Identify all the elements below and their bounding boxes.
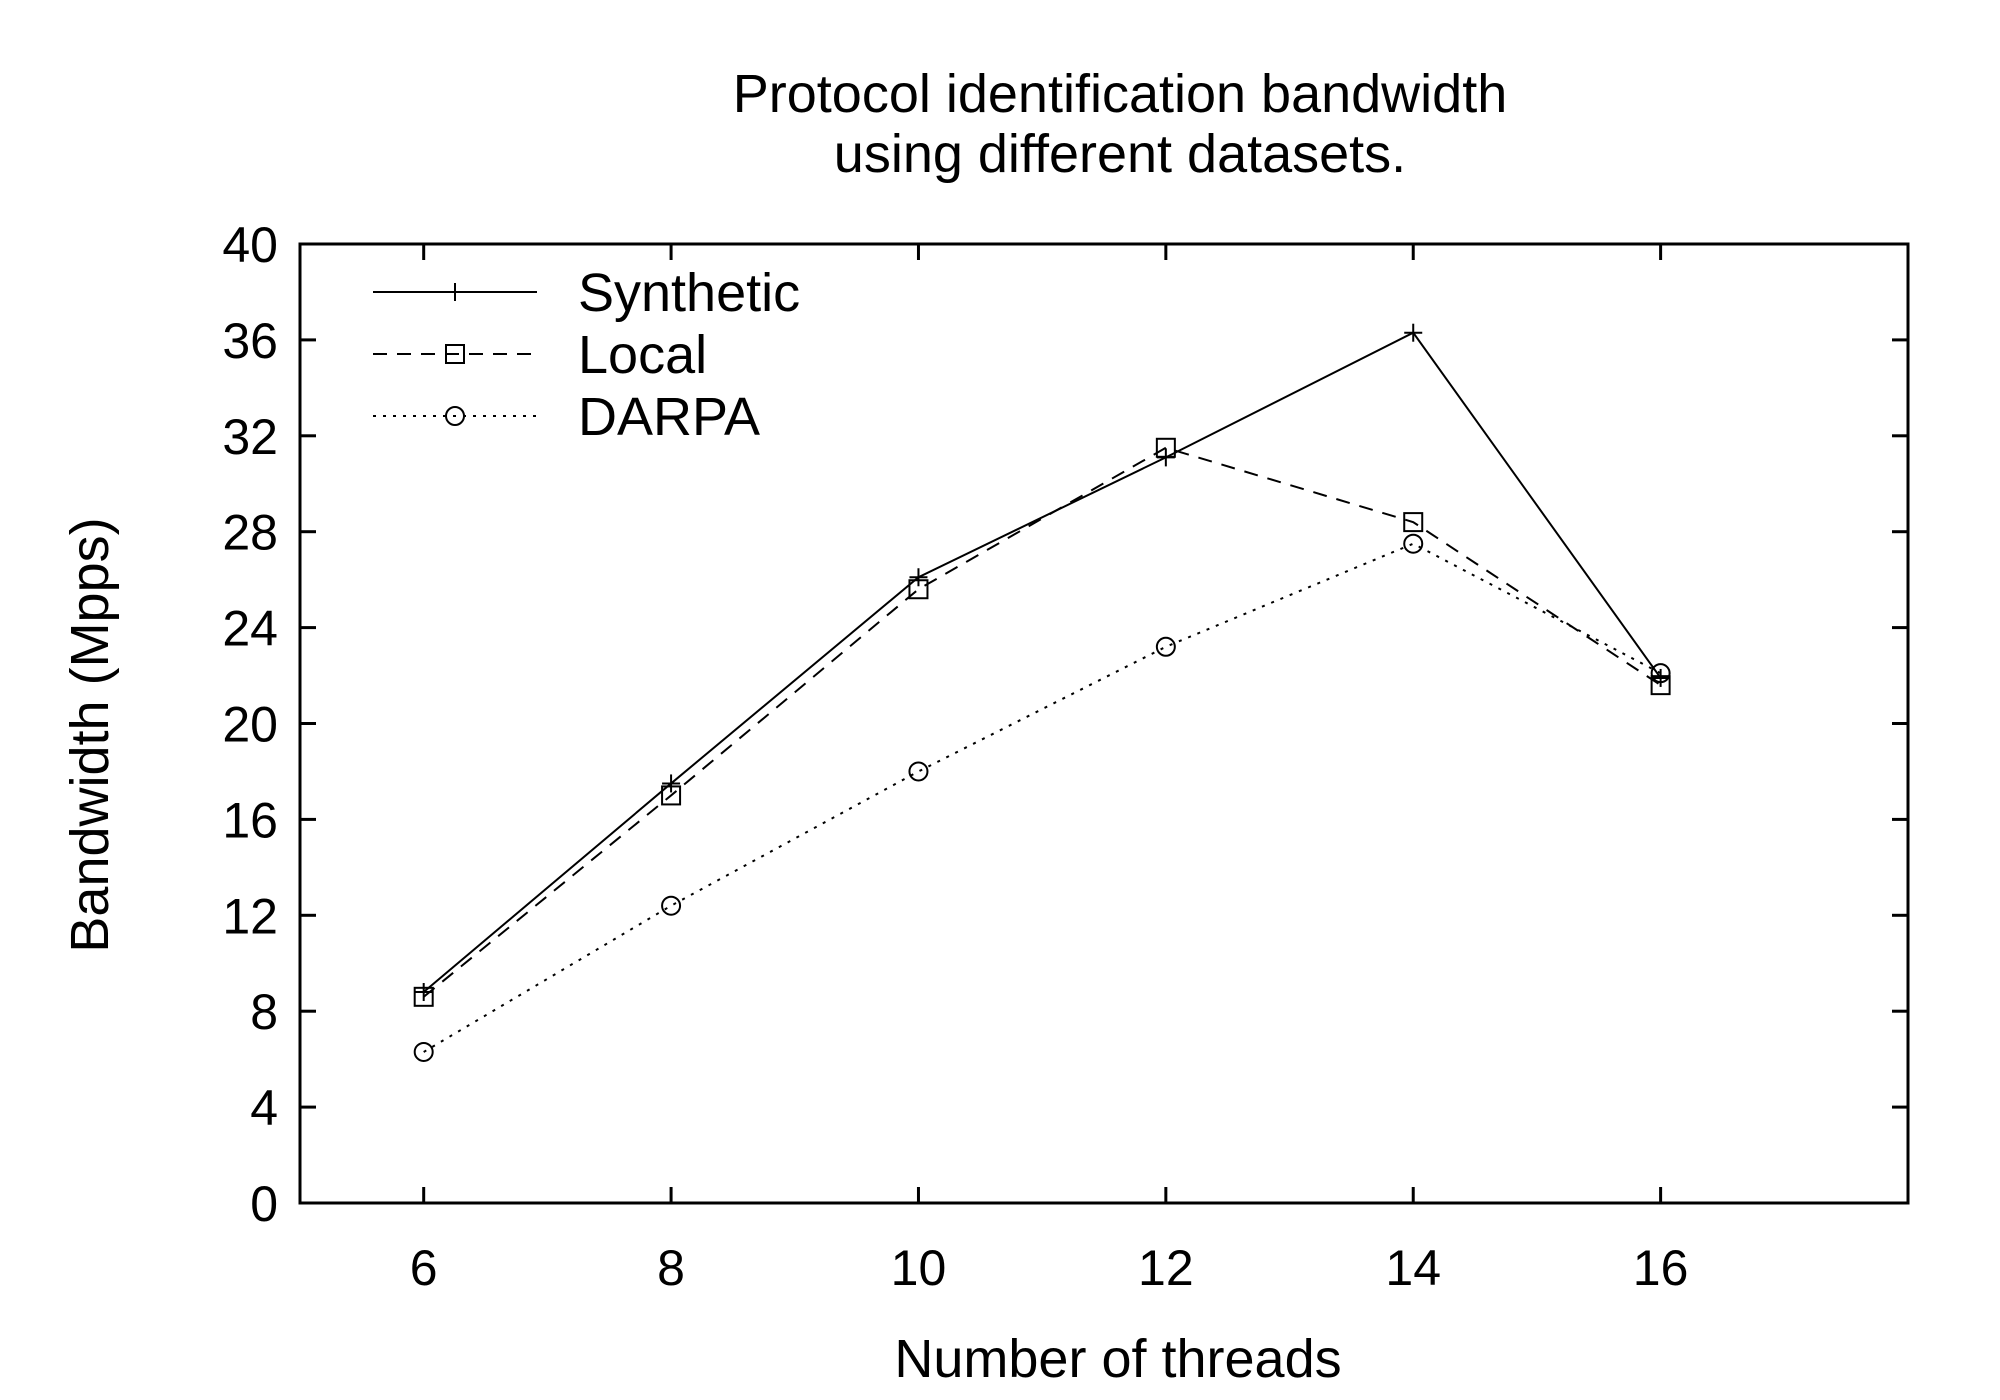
legend: SyntheticLocalDARPA [373, 263, 800, 447]
data-point-synthetic [1651, 668, 1670, 687]
y-axis-label: Bandwidth (Mpps) [60, 517, 120, 952]
x-tick-label: 10 [891, 1240, 947, 1296]
plot-frame [298, 242, 1910, 1205]
series-darpa [413, 533, 1671, 1062]
legend-marker-synthetic [446, 283, 464, 301]
y-tick-label: 24 [222, 601, 278, 657]
legend-item-synthetic: Synthetic [373, 263, 800, 323]
series-line-darpa [423, 542, 1662, 1053]
data-point-darpa [1155, 636, 1176, 657]
y-tick-label: 8 [250, 984, 278, 1040]
y-tick-label: 16 [222, 792, 278, 848]
y-tick-label: 0 [250, 1176, 278, 1232]
x-axis-label: Number of threads [894, 1329, 1341, 1389]
legend-label-synthetic: Synthetic [578, 263, 800, 323]
x-tick-label: 16 [1633, 1240, 1689, 1296]
chart-title-line-2: using different datasets. [834, 124, 1406, 184]
y-tick-label: 4 [250, 1080, 278, 1136]
data-point-synthetic [1404, 323, 1423, 342]
data-point-darpa [661, 895, 682, 916]
chart: Protocol identification bandwidth using … [60, 64, 1910, 1389]
x-tick-label: 14 [1385, 1240, 1441, 1296]
legend-label-darpa: DARPA [578, 387, 760, 447]
y-tick-label: 40 [222, 217, 278, 273]
legend-label-local: Local [578, 325, 707, 385]
y-tick-label: 32 [222, 409, 278, 465]
y-tick-label: 28 [222, 505, 278, 561]
x-tick-label: 8 [657, 1240, 685, 1296]
data-point-darpa [908, 761, 929, 782]
axis-ticks: 0 4 8 12 16 20 24 28 32 36 40 6 8 10 12 14 16 [222, 217, 1908, 1296]
y-tick-label: 36 [222, 313, 278, 369]
x-tick-label: 12 [1138, 1240, 1194, 1296]
legend-item-local: Local [373, 325, 707, 385]
legend-item-darpa: DARPA [373, 387, 760, 447]
y-tick-label: 20 [222, 697, 278, 753]
chart-title-line-1: Protocol identification bandwidth [733, 64, 1507, 124]
data-point-darpa [1403, 533, 1424, 554]
series-local [413, 437, 1671, 1007]
y-tick-label: 12 [222, 888, 278, 944]
x-tick-label: 6 [410, 1240, 438, 1296]
series-line-local [423, 446, 1662, 998]
